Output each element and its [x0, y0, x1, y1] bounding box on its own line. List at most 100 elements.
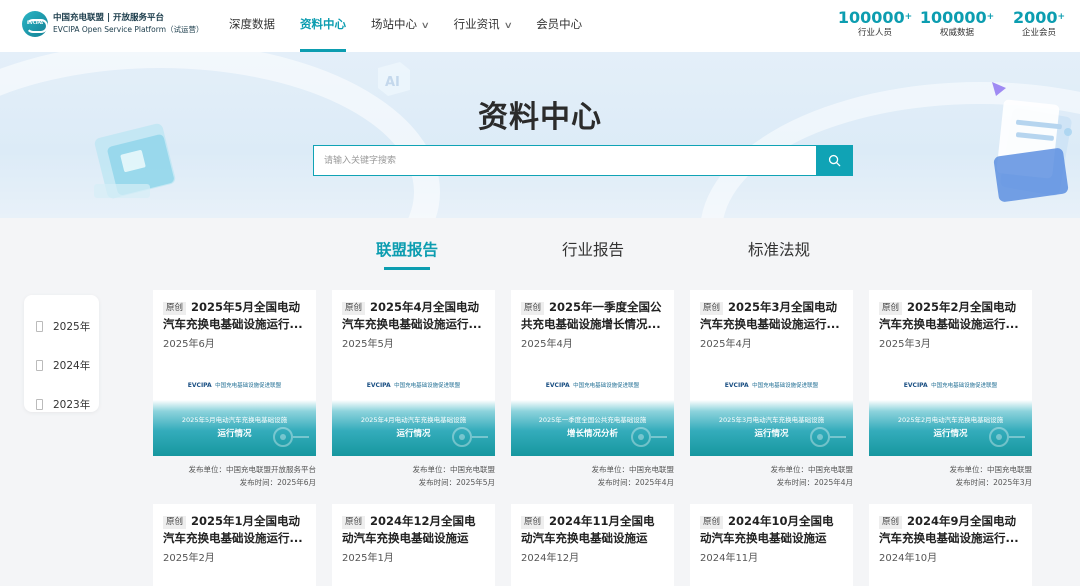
report-card[interactable]: 原创 2025年一季度全国公共充电基础设施增长情况... 2025年4月 EVCIPA…: [511, 290, 674, 456]
card-header: 原创 2025年4月全国电动汽车充换电基础设施运行... 2025年5月: [332, 290, 495, 350]
stat-number: 2000: [1012, 8, 1058, 27]
cover-title: 运行情况: [396, 429, 431, 439]
publisher: 发布单位：中国充电联盟: [412, 465, 496, 474]
search-icon: [828, 154, 841, 167]
card-header: 原创2024年11月全国电动汽车充换电基础设施运行... 2024年12月: [511, 504, 674, 564]
card-header: 原创 2025年一季度全国公共充电基础设施增长情况... 2025年4月: [511, 290, 674, 350]
cover-title: 增长情况分析: [566, 429, 618, 439]
nav-label: 场站中心: [371, 17, 417, 31]
platform-stats: 100000+ 行业人员 100000+ 权威数据 2000+ 企业会员: [834, 8, 1080, 39]
report-card[interactable]: 原创2024年11月全国电动汽车充换电基础设施运行... 2024年12月: [511, 504, 674, 586]
nav-deep-data[interactable]: 深度数据: [229, 0, 275, 52]
cover-subtitle: 2025年2月电动汽车充换电基础设施: [897, 416, 1004, 424]
card-publish-info: 发布单位：中国充电联盟 发布时间：2025年4月: [474, 463, 675, 489]
card-date: 2025年4月: [521, 339, 573, 350]
search-input[interactable]: [313, 145, 816, 176]
stat-enterprise-members: 2000+ 企业会员: [998, 8, 1080, 39]
original-badge: 原创: [342, 302, 366, 315]
year-filter-2025[interactable]: 2025年: [24, 307, 99, 346]
logo-text: 中国充电联盟 | 开放服务平台 EVCIPA Open Service Plat…: [53, 13, 204, 35]
publisher: 发布单位：中国充电联盟: [770, 465, 854, 474]
cover-subtitle: 2025年一季度全国公共充电基础设施: [538, 416, 647, 424]
tab-industry-reports[interactable]: 行业报告: [562, 238, 624, 260]
original-badge: 原创: [700, 516, 724, 529]
card-title: 原创 2024年9月全国电动汽车充换电基础设施运行...: [879, 513, 1022, 547]
stat-authoritative-data: 100000+ 权威数据: [916, 8, 998, 39]
year-label: 2025年: [53, 321, 91, 333]
original-badge: 原创: [163, 516, 187, 529]
cover-logo-text: EVCIPA: [366, 382, 391, 389]
card-header: 原创 2024年9月全国电动汽车充换电基础设施运行... 2024年10月: [869, 504, 1032, 564]
nav-industry-news[interactable]: 行业资讯 ∨: [453, 0, 513, 52]
nav-member-center[interactable]: 会员中心: [536, 0, 582, 52]
nav-label: 资料中心: [300, 17, 346, 31]
report-card[interactable]: 原创 2025年5月全国电动汽车充换电基础设施运行... 2025年6月 EVCIPA…: [153, 290, 316, 456]
card-date: 2024年11月: [700, 553, 759, 564]
report-category-tabs: 联盟报告 行业报告 标准法规: [0, 238, 1080, 272]
cover-brand: EVCIPA 中国充电基础设施促进联盟: [690, 381, 853, 389]
year-filter-2024[interactable]: 2024年: [24, 346, 99, 385]
report-card[interactable]: 原创 2025年1月全国电动汽车充换电基础设施运行... 2025年2月: [153, 504, 316, 586]
card-title: 原创2024年12月全国电动汽车充换电基础设施运行...: [342, 513, 485, 547]
brand-name-cn: 中国充电联盟 | 开放服务平台: [53, 13, 165, 23]
card-title: 原创 2025年一季度全国公共充电基础设施增长情况...: [521, 299, 664, 333]
cover-brand: EVCIPA 中国充电基础设施促进联盟: [153, 381, 316, 389]
cover-subtitle: 2025年5月电动汽车充换电基础设施: [181, 416, 288, 424]
publisher: 发布单位：中国充电联盟开放服务平台: [188, 465, 317, 474]
card-date: 2025年4月: [700, 339, 752, 350]
nav-station-center[interactable]: 场站中心 ∨: [371, 0, 430, 52]
stat-suffix: +: [1057, 12, 1066, 22]
hero-banner: AI 资料中心: [0, 52, 1080, 218]
card-date: 2025年1月: [342, 553, 394, 564]
nav-label: 行业资讯: [453, 17, 500, 31]
site-logo[interactable]: EVCIPA 中国充电联盟 | 开放服务平台 EVCIPA Open Servi…: [22, 11, 204, 37]
report-card[interactable]: 原创 2025年3月全国电动汽车充换电基础设施运行... 2025年4月 EVCIPA…: [690, 290, 853, 456]
card-date: 2024年12月: [521, 553, 580, 564]
card-header: 原创 2025年5月全国电动汽车充换电基础设施运行... 2025年6月: [153, 290, 316, 350]
card-header: 原创 2025年1月全国电动汽车充换电基础设施运行... 2025年2月: [153, 504, 316, 564]
cover-title: 运行情况: [933, 429, 968, 439]
report-card[interactable]: 原创 2025年2月全国电动汽车充换电基础设施运行... 2025年3月 EVCIPA…: [869, 290, 1032, 456]
cover-brand-text: 中国充电基础设施促进联盟: [931, 383, 998, 389]
card-header: 原创2024年12月全国电动汽车充换电基础设施运行... 2025年1月: [332, 504, 495, 564]
card-date: 2025年5月: [342, 339, 394, 350]
chevron-down-icon: ∨: [503, 21, 513, 31]
report-card[interactable]: 原创2024年10月全国电动汽车充换电基础设施运行... 2024年11月: [690, 504, 853, 586]
nav-label: 会员中心: [536, 17, 583, 31]
publish-time: 发布时间：2025年4月: [597, 478, 674, 487]
tab-alliance-reports[interactable]: 联盟报告: [376, 238, 438, 260]
original-badge: 原创: [342, 516, 366, 529]
report-cover-image: EVCIPA 中国充电基础设施促进联盟 2025年3月电动汽车充换电基础设施 运行情…: [690, 362, 853, 456]
report-cover-image: EVCIPA 中国充电基础设施促进联盟 2025年2月电动汽车充换电基础设施 运行情…: [869, 362, 1032, 456]
document-icon: [36, 360, 43, 371]
publisher: 发布单位：中国充电联盟: [591, 465, 675, 474]
cover-brand-text: 中国充电基础设施促进联盟: [215, 383, 282, 389]
report-card[interactable]: 原创 2024年9月全国电动汽车充换电基础设施运行... 2024年10月: [869, 504, 1032, 586]
stat-industry-personnel: 100000+ 行业人员: [834, 8, 916, 39]
cover-logo-text: EVCIPA: [903, 382, 928, 389]
cover-subtitle: 2025年3月电动汽车充换电基础设施: [718, 416, 825, 424]
stat-suffix: +: [986, 12, 995, 22]
card-publish-info: 发布单位：中国充电联盟 发布时间：2025年5月: [295, 463, 496, 489]
stat-label: 企业会员: [1021, 28, 1056, 38]
publish-time: 发布时间：2025年6月: [239, 478, 316, 487]
report-card[interactable]: 原创 2025年4月全国电动汽车充换电基础设施运行... 2025年5月 EVCIPA…: [332, 290, 495, 456]
stat-label: 权威数据: [939, 28, 974, 38]
document-folder-illustration-icon: [992, 82, 1072, 202]
card-publish-info: 发布单位：中国充电联盟开放服务平台发布时间：2025年6月: [116, 463, 317, 489]
search-button[interactable]: [816, 145, 853, 176]
publish-time: 发布时间：2025年5月: [418, 478, 495, 487]
nav-resource-center[interactable]: 资料中心: [300, 0, 346, 52]
brand-name-en: EVCIPA Open Service Platform（试运营）: [53, 25, 204, 34]
tab-standards-regulations[interactable]: 标准法规: [748, 238, 810, 260]
report-card[interactable]: 原创2024年12月全国电动汽车充换电基础设施运行... 2025年1月: [332, 504, 495, 586]
nav-label: 深度数据: [229, 17, 275, 31]
cover-brand-text: 中国充电基础设施促进联盟: [752, 383, 819, 389]
card-header: 原创 2025年2月全国电动汽车充换电基础设施运行... 2025年3月: [869, 290, 1032, 350]
stat-value: 2000+: [998, 8, 1080, 27]
card-header: 原创2024年10月全国电动汽车充换电基础设施运行... 2024年11月: [690, 504, 853, 564]
original-badge: 原创: [879, 516, 903, 529]
year-filter-2023[interactable]: 2023年: [24, 385, 99, 424]
svg-text:AI: AI: [385, 75, 400, 90]
document-icon: [36, 399, 43, 410]
